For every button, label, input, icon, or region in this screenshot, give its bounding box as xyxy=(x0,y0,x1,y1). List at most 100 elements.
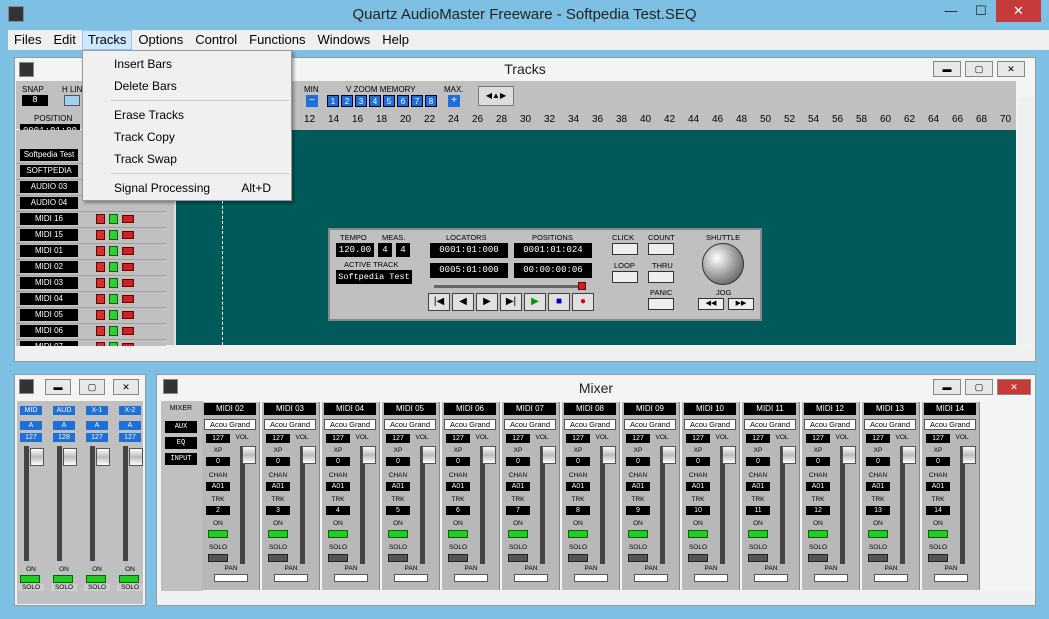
timeline-ruler[interactable]: 12 14 16 18 20 22 24 26 28 30 32 34 36 38 40 42 44 46 48 50… xyxy=(290,112,1016,130)
stop-button[interactable]: ■ xyxy=(548,293,570,311)
menu-control[interactable]: Control xyxy=(189,30,243,50)
zoom-memory-slot[interactable]: 5 xyxy=(383,95,395,107)
click-button[interactable] xyxy=(612,243,638,255)
strip-name[interactable]: X-1 xyxy=(86,406,108,415)
instrument-name[interactable]: Acou Grand xyxy=(324,419,376,430)
channel-name[interactable]: MIDI 12 xyxy=(804,403,856,415)
meas-denominator[interactable]: 4 xyxy=(396,243,410,257)
eq-button[interactable]: EQ xyxy=(165,437,197,449)
mixer-close-button[interactable]: ✕ xyxy=(997,379,1031,395)
solo-icon[interactable] xyxy=(122,231,134,239)
xp-value[interactable]: 0 xyxy=(746,457,770,466)
track-name[interactable]: MIDI 06 xyxy=(20,325,78,337)
strip-value[interactable]: 128 xyxy=(53,433,75,442)
volume-value[interactable]: 127 xyxy=(686,434,710,443)
aux-button[interactable]: AUX xyxy=(165,421,197,433)
tracks-minimize-button[interactable]: ▬ xyxy=(933,61,961,77)
pan-slider[interactable] xyxy=(874,574,908,582)
zoom-memory-slot[interactable]: 2 xyxy=(341,95,353,107)
pan-slider[interactable] xyxy=(934,574,968,582)
zoom-memory-slot[interactable]: 8 xyxy=(425,95,437,107)
chan-value[interactable]: A01 xyxy=(566,482,590,491)
trk-value[interactable]: 2 xyxy=(206,506,230,515)
chan-value[interactable]: A01 xyxy=(326,482,350,491)
volume-value[interactable]: 127 xyxy=(866,434,890,443)
zoom-memory-slot[interactable]: 7 xyxy=(411,95,423,107)
mixer-window-icon[interactable] xyxy=(163,379,178,394)
minimize-button[interactable]: — xyxy=(936,0,966,22)
instrument-name[interactable]: Acou Grand xyxy=(924,419,976,430)
volume-value[interactable]: 127 xyxy=(506,434,530,443)
menu-options[interactable]: Options xyxy=(132,30,189,50)
volume-value[interactable]: 127 xyxy=(386,434,410,443)
strip-name[interactable]: AUD xyxy=(53,406,75,415)
track-name[interactable]: MIDI 03 xyxy=(20,277,78,289)
record-arm-icon[interactable] xyxy=(96,310,105,320)
instrument-name[interactable]: Acou Grand xyxy=(804,419,856,430)
position-slider[interactable] xyxy=(434,285,584,288)
track-name[interactable]: AUDIO 04 xyxy=(20,197,78,209)
on-button[interactable] xyxy=(568,530,588,538)
trk-value[interactable]: 10 xyxy=(686,506,710,515)
fader-knob[interactable] xyxy=(96,448,110,466)
channel-name[interactable]: MIDI 13 xyxy=(864,403,916,415)
tracks-hscroll[interactable] xyxy=(16,346,1034,361)
channel-name[interactable]: MIDI 14 xyxy=(924,403,976,415)
strip-value[interactable]: 127 xyxy=(20,433,42,442)
mute-icon[interactable] xyxy=(109,214,118,224)
record-arm-icon[interactable] xyxy=(96,214,105,224)
volume-value[interactable]: 127 xyxy=(566,434,590,443)
record-arm-icon[interactable] xyxy=(96,278,105,288)
track-name[interactable]: MIDI 16 xyxy=(20,213,78,225)
chan-value[interactable]: A01 xyxy=(686,482,710,491)
track-name[interactable]: SOFTPEDIA xyxy=(20,165,78,177)
solo-button[interactable] xyxy=(208,554,228,562)
track-name[interactable]: Softpedia Test xyxy=(20,149,78,161)
volume-value[interactable]: 127 xyxy=(206,434,230,443)
mute-icon[interactable] xyxy=(109,294,118,304)
record-arm-icon[interactable] xyxy=(96,262,105,272)
on-button[interactable] xyxy=(119,575,139,583)
solo-button[interactable] xyxy=(388,554,408,562)
record-arm-icon[interactable] xyxy=(96,246,105,256)
trk-value[interactable]: 14 xyxy=(926,506,950,515)
position-time[interactable]: 00:00:00:06 xyxy=(514,263,592,278)
menu-tracks[interactable]: Tracks xyxy=(81,30,133,50)
menu-delete-bars[interactable]: Delete Bars xyxy=(83,75,291,97)
fader-knob[interactable] xyxy=(129,448,143,466)
menu-windows[interactable]: Windows xyxy=(312,30,377,50)
mute-icon[interactable] xyxy=(109,230,118,240)
on-button[interactable] xyxy=(86,575,106,583)
xp-value[interactable]: 0 xyxy=(566,457,590,466)
fader-knob[interactable] xyxy=(782,446,796,464)
mute-icon[interactable] xyxy=(109,326,118,336)
on-button[interactable] xyxy=(868,530,888,538)
instrument-name[interactable]: Acou Grand xyxy=(204,419,256,430)
fader-knob[interactable] xyxy=(362,446,376,464)
channel-name[interactable]: MIDI 09 xyxy=(624,403,676,415)
fader-knob[interactable] xyxy=(602,446,616,464)
fader-knob[interactable] xyxy=(902,446,916,464)
chan-value[interactable]: A01 xyxy=(446,482,470,491)
mute-icon[interactable] xyxy=(109,262,118,272)
channel-name[interactable]: MIDI 06 xyxy=(444,403,496,415)
pan-slider[interactable] xyxy=(214,574,248,582)
on-button[interactable] xyxy=(688,530,708,538)
menu-track-copy[interactable]: Track Copy xyxy=(83,126,291,148)
trk-value[interactable]: 5 xyxy=(386,506,410,515)
track-name[interactable]: MIDI 02 xyxy=(20,261,78,273)
tracks-restore-button[interactable]: ▢ xyxy=(965,61,993,77)
on-button[interactable] xyxy=(628,530,648,538)
chan-value[interactable]: A01 xyxy=(386,482,410,491)
menu-functions[interactable]: Functions xyxy=(243,30,311,50)
trk-value[interactable]: 7 xyxy=(506,506,530,515)
fader-knob[interactable] xyxy=(30,448,44,466)
on-button[interactable] xyxy=(508,530,528,538)
strip-channel[interactable]: A xyxy=(53,421,75,430)
trk-value[interactable]: 3 xyxy=(266,506,290,515)
volume-value[interactable]: 127 xyxy=(746,434,770,443)
menu-signal-processing[interactable]: Signal Processing Alt+D xyxy=(83,177,291,199)
menu-files[interactable]: Files xyxy=(8,30,47,50)
track-name[interactable]: MIDI 05 xyxy=(20,309,78,321)
solo-label[interactable]: SOLO xyxy=(18,584,44,591)
